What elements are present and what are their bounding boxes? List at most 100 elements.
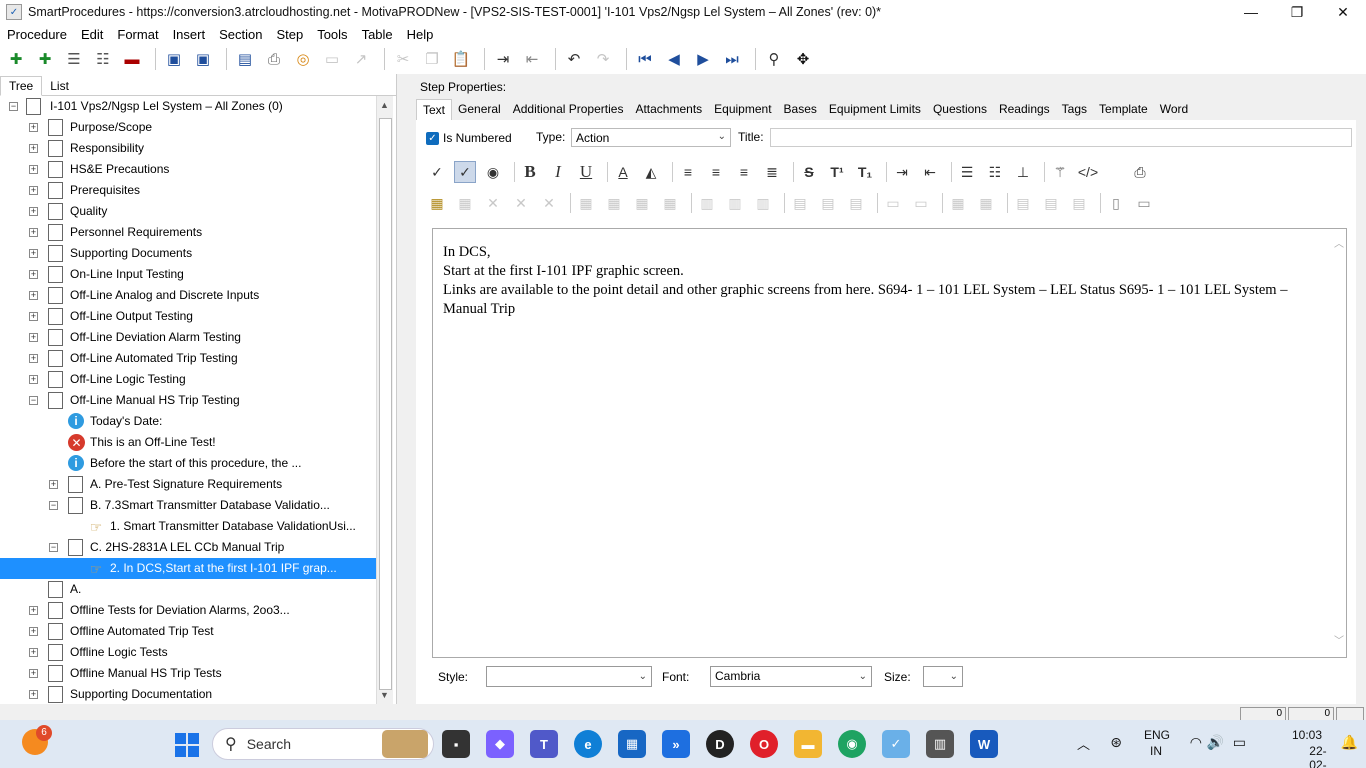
tree-row[interactable]: i Before the start of this procedure, the… [0, 453, 376, 474]
italic-icon[interactable]: I [547, 161, 569, 183]
split-cell-icon[interactable]: ▭ [882, 192, 904, 214]
tree-row[interactable]: − C. 2HS-2831A LEL CCb Manual Trip [0, 537, 376, 558]
panel-splitter[interactable] [396, 74, 406, 704]
menu-format[interactable]: Format [110, 27, 165, 42]
tree-row[interactable]: − I-101 Vps2/Ngsp Lel System – All Zones … [0, 96, 376, 117]
tab-tags[interactable]: Tags [1056, 99, 1093, 119]
merge-cells-icon[interactable]: ▥ [752, 192, 774, 214]
expand-icon[interactable]: + [29, 123, 38, 132]
align-left-icon[interactable]: ≡ [677, 161, 699, 183]
close-button[interactable]: ✕ [1320, 0, 1366, 24]
notification-icon[interactable]: 🔔 [1341, 734, 1358, 751]
tab-list[interactable]: List [42, 77, 77, 95]
bullet-list-icon[interactable]: ☰ [956, 161, 978, 183]
remove-icon[interactable]: ▬ [120, 47, 144, 71]
redo-icon[interactable]: ↷ [591, 47, 615, 71]
indent-right-icon[interactable]: ⇥ [891, 161, 913, 183]
tree-row[interactable]: i Today's Date: [0, 411, 376, 432]
chevron-down-icon[interactable]: ﹀ [1334, 632, 1344, 651]
expand-icon[interactable]: + [29, 669, 38, 678]
delete-icon[interactable]: ✕ [538, 192, 560, 214]
cut-icon[interactable]: ✂ [391, 47, 415, 71]
menu-help[interactable]: Help [400, 27, 441, 42]
tree-row[interactable]: − Off-Line Manual HS Trip Testing [0, 390, 376, 411]
move-icon[interactable]: ✥ [791, 47, 815, 71]
tree-row[interactable]: + HS&E Precautions [0, 159, 376, 180]
insert-row-below-icon[interactable]: ▤ [817, 192, 839, 214]
indent-left-icon[interactable]: ⇤ [919, 161, 941, 183]
tab-readings[interactable]: Readings [993, 99, 1056, 119]
wifi-icon[interactable]: ◠ [1190, 734, 1202, 751]
save-icon[interactable]: ▣ [191, 47, 215, 71]
tree-row[interactable]: A. [0, 579, 376, 600]
menu-tools[interactable]: Tools [310, 27, 354, 42]
auto-spellcheck-icon[interactable]: ✓ [454, 161, 476, 183]
copilot-icon[interactable]: ◆ [486, 730, 514, 758]
title-input[interactable] [770, 128, 1352, 147]
size-select[interactable]: ⌄ [923, 666, 963, 687]
cell-align-right-icon[interactable]: ▤ [1068, 192, 1090, 214]
font-color-icon[interactable]: A [612, 161, 634, 183]
remote-desktop-icon[interactable]: ▥ [926, 730, 954, 758]
menu-procedure[interactable]: Procedure [0, 27, 74, 42]
delete-table-icon[interactable]: ✕ [510, 192, 532, 214]
tab-tree[interactable]: Tree [0, 76, 43, 96]
volume-icon[interactable]: 🔊 [1207, 734, 1224, 751]
scroll-down-icon[interactable]: ▼ [380, 690, 389, 700]
table-format-icon[interactable]: ▦ [659, 192, 681, 214]
cell-props-icon[interactable]: ▦ [947, 192, 969, 214]
menu-table[interactable]: Table [355, 27, 400, 42]
expand-icon[interactable]: + [29, 249, 38, 258]
menu-edit[interactable]: Edit [74, 27, 110, 42]
tree-row[interactable]: + Off-Line Analog and Discrete Inputs [0, 285, 376, 306]
tab-equipment-limits[interactable]: Equipment Limits [823, 99, 927, 119]
insert-column-icon[interactable]: ▥ [696, 192, 718, 214]
expand-icon[interactable]: + [49, 480, 58, 489]
expand-icon[interactable]: + [29, 228, 38, 237]
subscript-icon[interactable]: T₁ [854, 161, 876, 183]
web-icon[interactable]: ◎ [291, 47, 315, 71]
store-icon[interactable]: ▦ [618, 730, 646, 758]
cell-align-left-icon[interactable]: ▤ [1012, 192, 1034, 214]
tree-row[interactable]: + Supporting Documentation [0, 684, 376, 704]
indent-icon[interactable]: ⇥ [491, 47, 515, 71]
tree-row[interactable]: + Offline Automated Trip Test [0, 621, 376, 642]
tree-row[interactable]: + Quality [0, 201, 376, 222]
chevron-up-icon[interactable]: ︿ [1334, 235, 1344, 254]
collapse-icon[interactable]: − [49, 543, 58, 552]
weather-icon[interactable]: 6 [22, 725, 52, 755]
maximize-button[interactable]: ❐ [1274, 0, 1320, 24]
copy-icon[interactable]: ❐ [420, 47, 444, 71]
tree-row[interactable]: + Prerequisites [0, 180, 376, 201]
horizontal-rule-icon[interactable]: ⊥ [1012, 161, 1034, 183]
expand-icon[interactable]: + [29, 165, 38, 174]
collapse-icon[interactable]: − [49, 501, 58, 510]
network-status-icon[interactable]: ⊛ [1110, 734, 1122, 751]
battery-icon[interactable]: ▭ [1233, 734, 1246, 751]
merge-cell-icon[interactable]: ▭ [910, 192, 932, 214]
tree-row[interactable]: + On-Line Input Testing [0, 264, 376, 285]
tree-row[interactable]: + Purpose/Scope [0, 117, 376, 138]
widget-image-icon[interactable] [382, 730, 428, 758]
strikethrough-icon[interactable]: S [798, 161, 820, 183]
last-icon[interactable]: ⏭ [720, 47, 744, 71]
clock-time[interactable]: 10:03 [1292, 728, 1322, 742]
print-icon[interactable]: ⎙ [262, 47, 286, 71]
tree-row[interactable]: + Supporting Documents [0, 243, 376, 264]
expand-icon[interactable]: + [29, 186, 38, 195]
expand-icon[interactable]: + [29, 207, 38, 216]
smartprocedures-icon[interactable]: ✓ [882, 730, 910, 758]
tree-row[interactable]: ☞ 1. Smart Transmitter Database Validatio… [0, 516, 376, 537]
column-width-icon[interactable]: ▯ [1105, 192, 1127, 214]
justify-icon[interactable]: ≣ [761, 161, 783, 183]
step-text-editor[interactable]: In DCS, Start at the first I-101 IPF gra… [432, 228, 1347, 658]
redirect-icon[interactable]: ↗ [349, 47, 373, 71]
menu-section[interactable]: Section [212, 27, 269, 42]
minimize-button[interactable]: — [1228, 0, 1274, 24]
tab-equipment[interactable]: Equipment [708, 99, 777, 119]
table-properties-icon[interactable]: ▦ [454, 192, 476, 214]
chevron-up-icon[interactable]: ︿ [1077, 734, 1090, 753]
expand-icon[interactable]: + [29, 291, 38, 300]
tree-row[interactable]: ✕ This is an Off-Line Test! [0, 432, 376, 453]
edge-icon[interactable]: e [574, 730, 602, 758]
